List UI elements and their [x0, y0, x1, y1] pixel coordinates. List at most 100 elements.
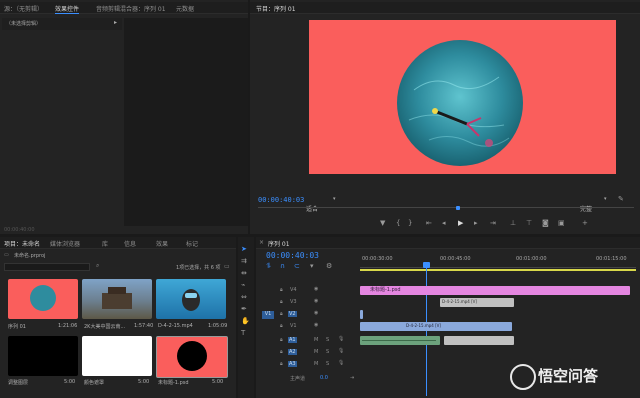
project-item-sequence[interactable]	[8, 279, 78, 319]
razor-tool-icon[interactable]: ⌁	[241, 281, 245, 289]
work-area-bar[interactable]	[360, 269, 636, 271]
add-marker-icon[interactable]: ▾	[310, 262, 314, 270]
lift-icon[interactable]: ⊥	[510, 219, 516, 227]
clip-v1-video[interactable]: D-4-2-15.mp4 [V]	[360, 322, 512, 331]
clip-label: 未标题-1.psd	[370, 287, 401, 293]
nest-icon[interactable]: ⥮	[266, 262, 271, 270]
track-label: A3	[288, 361, 297, 367]
mute-button[interactable]: M	[314, 361, 318, 367]
track-select-icon[interactable]: ⇉	[241, 257, 247, 265]
settings-icon[interactable]: ⚙	[326, 262, 332, 270]
track-label: V3	[290, 299, 297, 305]
snap-icon[interactable]: ∩	[280, 262, 285, 270]
tab-effects[interactable]: 效果	[156, 239, 168, 248]
linked-selection-icon[interactable]: ⊂	[294, 262, 300, 270]
track-label: V1	[290, 323, 297, 329]
slip-tool-icon[interactable]: ⇔	[241, 293, 247, 301]
go-to-end-icon[interactable]: ⇥	[350, 375, 354, 381]
go-to-in-icon[interactable]: ⇤	[426, 219, 432, 227]
lock-icon[interactable]: 🔒︎	[280, 323, 283, 329]
project-filename: 未命名.prproj	[14, 253, 46, 259]
step-forward-icon[interactable]: ▸	[474, 219, 478, 227]
mute-button[interactable]: M	[314, 349, 318, 355]
chevron-right-icon[interactable]: ▸	[114, 19, 117, 26]
clip-v3-video[interactable]: D-4-2-15.mp4 [V]	[440, 298, 514, 307]
add-icon[interactable]: +	[582, 219, 588, 227]
solo-button[interactable]: S	[326, 361, 329, 367]
camera-icon[interactable]: ◙	[542, 219, 549, 227]
clip-a1-audio[interactable]	[360, 336, 440, 345]
master-value[interactable]: 0.0	[320, 375, 328, 381]
project-item-psd[interactable]	[156, 336, 228, 378]
pen-tool-icon[interactable]: ✒	[241, 305, 247, 313]
source-timecode: 00:00:40:00	[4, 227, 35, 233]
track-label: V2	[288, 311, 297, 317]
mic-icon[interactable]: 🎙︎	[338, 348, 344, 354]
wrench-icon[interactable]: ✎	[618, 195, 624, 203]
selection-tool-icon[interactable]: ➤	[241, 245, 247, 253]
marker-icon[interactable]: ▼	[380, 219, 385, 227]
lock-icon[interactable]: 🔒︎	[280, 299, 283, 305]
eye-icon[interactable]: ◉	[314, 310, 318, 316]
tab-info[interactable]: 信息	[124, 239, 136, 248]
lock-icon[interactable]: 🔒︎	[280, 337, 283, 343]
clip-psd[interactable]: 未标题-1.psd	[360, 286, 630, 295]
extract-icon[interactable]: ⊤	[526, 219, 532, 227]
tab-project[interactable]: 项目：未命名	[4, 239, 40, 248]
play-icon[interactable]: ▶	[458, 219, 463, 227]
eye-icon[interactable]: ◉	[314, 286, 318, 292]
eye-icon[interactable]: ◉	[314, 298, 318, 304]
go-to-out-icon[interactable]: ⇥	[490, 219, 496, 227]
tab-source[interactable]: 源：（无剪辑）	[4, 4, 43, 13]
project-item-color-matte[interactable]	[82, 336, 152, 376]
tab-effect-controls[interactable]: 效果控件	[55, 4, 80, 14]
tab-libraries[interactable]: 库	[102, 239, 108, 248]
quality-dropdown[interactable]: 完整 ▾	[580, 196, 612, 213]
project-item-video-diver[interactable]	[156, 279, 226, 319]
eye-icon[interactable]: ◉	[314, 322, 318, 328]
track-header-v4: 🔒︎ V4 ◉	[256, 285, 360, 296]
hand-tool-icon[interactable]: ✋	[241, 317, 250, 325]
ruler-tick: 00:01:00:00	[516, 256, 547, 262]
tab-metadata[interactable]: 元数据	[176, 4, 194, 13]
clip-v2-marker[interactable]	[360, 310, 363, 319]
lock-icon[interactable]: 🔒︎	[280, 361, 283, 367]
tab-markers[interactable]: 标记	[186, 239, 198, 248]
master-track-header: 主声道 0.0 ⇥	[256, 373, 360, 384]
ruler-tick: 00:01:15:00	[596, 256, 627, 262]
track-header-a2: 🔒︎ A2 M S 🎙︎	[256, 347, 360, 358]
program-scrubber[interactable]	[258, 206, 634, 211]
source-patch[interactable]: V1	[262, 311, 274, 319]
fit-dropdown[interactable]: 适合 ▾	[306, 196, 340, 213]
search-input[interactable]	[4, 263, 90, 271]
lock-icon[interactable]: 🔒︎	[280, 311, 283, 317]
program-frame	[309, 20, 616, 174]
compare-icon[interactable]: ▣	[558, 219, 565, 227]
clip-a1-audio-2[interactable]	[444, 336, 514, 345]
lock-icon[interactable]: 🔒︎	[280, 287, 283, 293]
mark-in-icon[interactable]: {	[396, 219, 400, 227]
step-back-icon[interactable]: ◂	[442, 219, 446, 227]
project-item-adjustment-layer[interactable]	[8, 336, 78, 376]
playhead-marker[interactable]	[456, 206, 460, 210]
new-bin-icon[interactable]: ▭	[224, 263, 230, 270]
ripple-edit-icon[interactable]: ⇹	[241, 269, 247, 277]
close-icon[interactable]: ×	[259, 239, 264, 246]
mic-icon[interactable]: 🎙︎	[338, 360, 344, 366]
tab-media-browser[interactable]: 媒体浏览器	[50, 239, 80, 248]
project-item-name: 调整图层	[8, 380, 29, 386]
solo-button[interactable]: S	[326, 349, 329, 355]
mark-out-icon[interactable]: }	[408, 219, 412, 227]
type-tool-icon[interactable]: T	[241, 329, 245, 337]
watermark-logo-icon	[510, 364, 536, 390]
tab-audio-clip-mixer[interactable]: 音频剪辑混合器：序列 01	[96, 4, 166, 13]
mute-button[interactable]: M	[314, 337, 318, 343]
project-item-video-yunnan[interactable]	[82, 279, 152, 319]
solo-button[interactable]: S	[326, 337, 329, 343]
mic-icon[interactable]: 🎙︎	[338, 336, 344, 342]
lock-icon[interactable]: 🔒︎	[280, 349, 283, 355]
tab-sequence[interactable]: 序列 01	[268, 239, 290, 248]
project-item-duration: 1:05:09	[208, 323, 228, 329]
tab-program[interactable]: 节目：序列 01	[256, 4, 296, 13]
timeline-ruler[interactable]: 00:00:30:00 00:00:45:00 00:01:00:00 00:0…	[360, 252, 636, 268]
